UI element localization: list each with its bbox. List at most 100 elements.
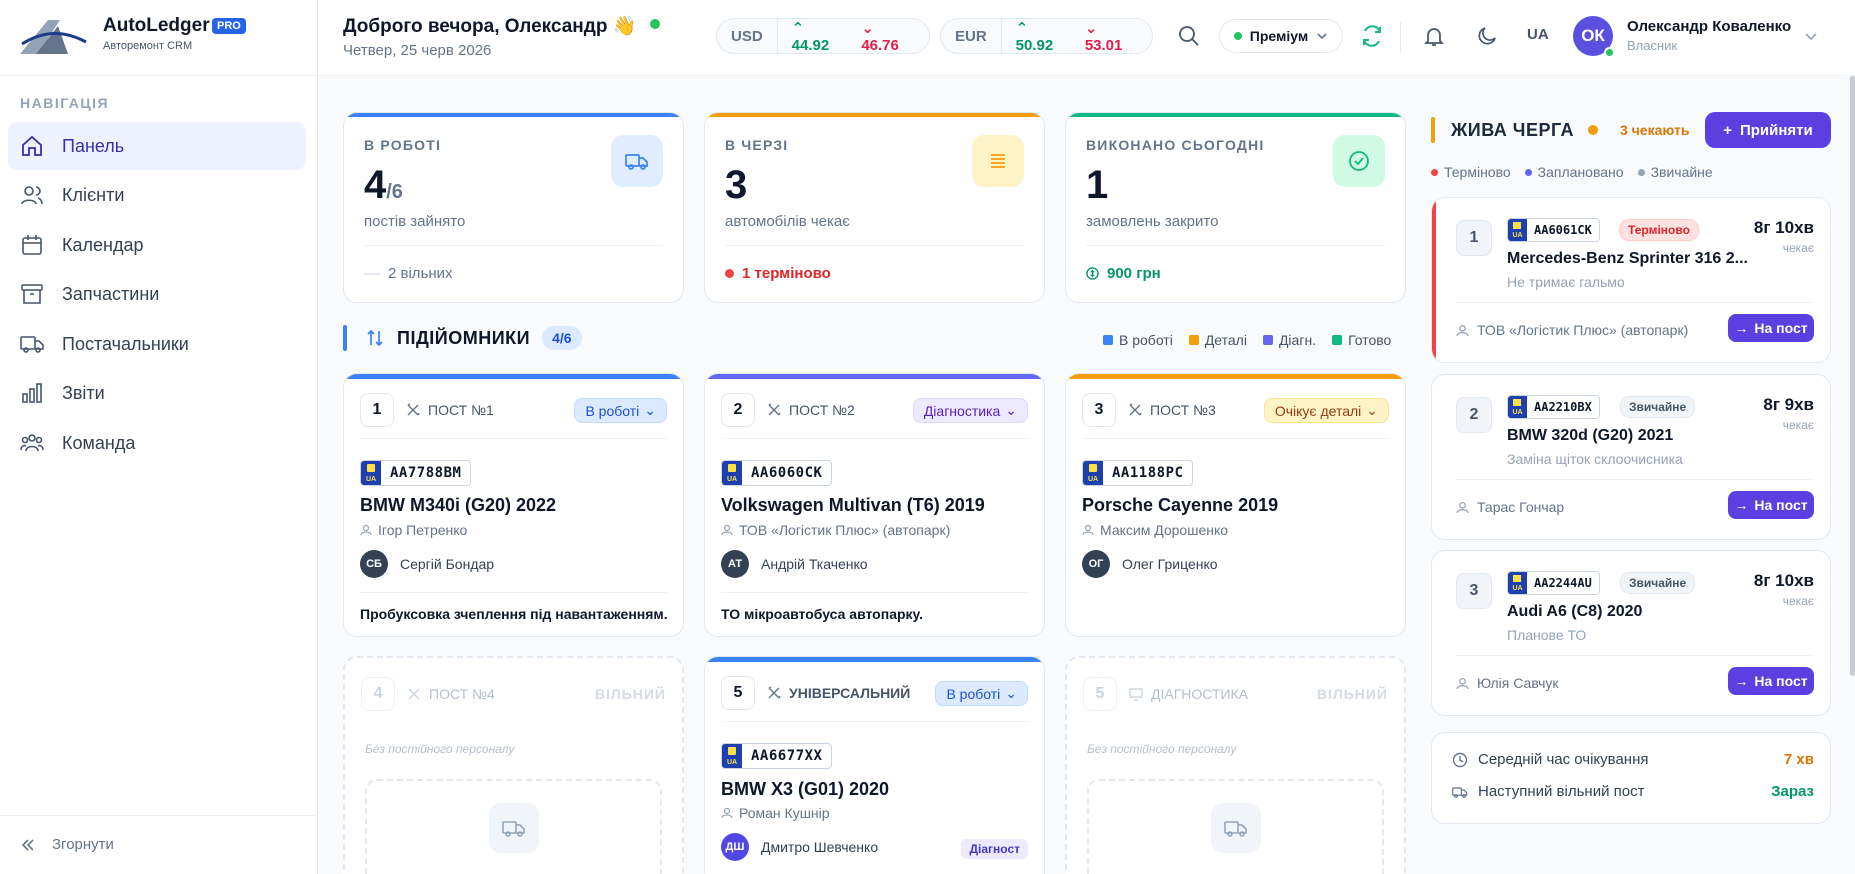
license-plate: UA AA2244AU — [1507, 571, 1600, 595]
usd-rate[interactable]: USD ⌃ 44.92 ⌄ 46.76 — [716, 18, 930, 54]
chevrons-left-icon — [20, 837, 36, 853]
plan-select[interactable]: Преміум — [1219, 19, 1343, 53]
license-plate: UA AA1188PC — [1082, 460, 1194, 486]
license-plate: UA AA2210BX — [1507, 395, 1600, 419]
chevron-down-icon[interactable] — [1804, 29, 1818, 43]
stat-card-queue[interactable]: В ЧЕРЗІ 3 автомобілів чекає 1 терміново — [704, 112, 1045, 303]
buy-rate: ⌃ 50.92 — [1015, 19, 1054, 54]
chevron-down-icon: ⌄ — [644, 402, 656, 418]
queue-legend: Терміново Заплановано Звичайне — [1431, 164, 1713, 180]
stat-sub: замовлень закрито — [1086, 213, 1219, 230]
sidebar-item-dashboard[interactable]: Панель — [8, 122, 306, 170]
home-icon — [20, 134, 44, 158]
to-post-button[interactable]: → На пост — [1728, 314, 1814, 342]
car-model: Volkswagen Multivan (T6) 2019 — [721, 495, 985, 515]
post-card-empty[interactable]: 5 ДІАГНОСТИКА ВІЛЬНИЙ Без постійного пер… — [1065, 656, 1406, 874]
sidebar-item-clients[interactable]: Клієнти — [8, 171, 306, 219]
stat-foot: 900 грн — [1086, 265, 1161, 282]
queue-item[interactable]: 1 UA AA6061CK Терміново 8г 10хв чекає Mer… — [1431, 197, 1831, 363]
issue-description: Планове ТО — [1507, 627, 1587, 643]
summary-row: Середній час очікування 7 хв — [1452, 751, 1814, 768]
refresh-icon[interactable] — [1360, 24, 1384, 48]
post-number: 1 — [360, 393, 394, 427]
urgent-marker — [1432, 198, 1436, 362]
post-status-select[interactable]: Діагностика ⌄ — [912, 398, 1028, 423]
car-model: Audi A6 (C8) 2020 — [1507, 603, 1643, 620]
wait-time: 8г 10хв — [1753, 218, 1814, 237]
bell-icon[interactable] — [1422, 24, 1446, 48]
legend-item: Звичайне — [1637, 164, 1713, 180]
current-date: Четвер, 25 черв 2026 — [343, 42, 492, 59]
truck-icon — [488, 803, 539, 853]
wait-time: 8г 10хв — [1753, 571, 1814, 590]
post-card[interactable]: 1 ПОСТ №1 В роботі ⌄ UA AA7788BM BMW M340i… — [343, 373, 684, 637]
queue-position: 1 — [1456, 220, 1492, 256]
drop-zone[interactable] — [1087, 779, 1384, 874]
sidebar-item-label: Постачальники — [62, 333, 189, 354]
wait-label: чекає — [1782, 418, 1814, 432]
to-post-button[interactable]: → На пост — [1728, 491, 1814, 519]
no-staff-label: Без постійного персоналу — [365, 742, 515, 756]
app-subtitle: Авторемонт CRM — [103, 40, 193, 52]
no-staff-label: Без постійного персоналу — [1087, 742, 1237, 756]
stat-value: 1 — [1086, 163, 1109, 207]
stat-card-in-work[interactable]: В РОБОТІ 4/6 постів зайнято 2 вільних — [343, 112, 684, 303]
mechanic: ДШ Дмитро Шевченко — [721, 833, 878, 861]
stat-sub: постів зайнято — [364, 213, 466, 230]
plan-status-dot — [1233, 32, 1242, 40]
stat-label: ВИКОНАНО СЬОГОДНІ — [1086, 137, 1265, 153]
accept-button[interactable]: + Прийняти — [1705, 112, 1831, 148]
post-title: ПОСТ №1 — [406, 402, 494, 418]
queue-item[interactable]: 2 UA AA2210BX Звичайне 8г 9хв чекає BMW 3… — [1431, 374, 1831, 540]
post-card[interactable]: 3 ПОСТ №3 Очікує деталі ⌄ UA AA1188PC Pors… — [1065, 373, 1406, 637]
post-status-select[interactable]: Очікує деталі ⌄ — [1263, 398, 1389, 423]
moon-icon[interactable] — [1475, 24, 1499, 48]
post-card[interactable]: 2 ПОСТ №2 Діагностика ⌄ UA AA6060CK Volksw… — [704, 373, 1045, 637]
collapse-button[interactable]: Згорнути — [20, 836, 114, 853]
search-icon[interactable] — [1177, 24, 1201, 48]
language-switch[interactable]: UA — [1527, 26, 1549, 43]
post-card[interactable]: 5 УНІВЕРСАЛЬНИЙ В роботі ⌄ UA AA6677XX BMW… — [704, 656, 1045, 874]
app-name: AutoLedger — [103, 15, 210, 36]
team-icon — [20, 431, 44, 455]
wrench-icon — [767, 403, 781, 417]
post-status-select[interactable]: В роботі ⌄ — [574, 398, 667, 423]
chevron-down-icon — [1316, 30, 1328, 42]
user-icon — [1456, 324, 1469, 337]
sidebar-item-label: Календар — [62, 234, 144, 255]
license-plate: UA AA6061CK — [1507, 218, 1600, 242]
queue-item[interactable]: 3 UA AA2244AU Звичайне 8г 10хв чекає Audi… — [1431, 550, 1831, 716]
plan-label: Преміум — [1249, 28, 1309, 44]
drop-zone[interactable] — [365, 779, 662, 874]
plus-icon: + — [1723, 121, 1732, 139]
sidebar-item-reports[interactable]: Звіти — [8, 369, 306, 417]
eur-rate[interactable]: EUR ⌃ 50.92 ⌄ 53.01 — [940, 18, 1153, 54]
wrench-icon — [767, 686, 781, 700]
sidebar-item-team[interactable]: Команда — [8, 419, 306, 467]
sidebar-item-calendar[interactable]: Календар — [8, 221, 306, 269]
stat-card-done-today[interactable]: ВИКОНАНО СЬОГОДНІ 1 замовлень закрито 90… — [1065, 112, 1406, 303]
sidebar-item-parts[interactable]: Запчастини — [8, 270, 306, 318]
users-icon — [20, 183, 44, 207]
truck-icon — [611, 135, 663, 187]
post-card-empty[interactable]: 4 ПОСТ №4 ВІЛЬНИЙ Без постійного персона… — [343, 656, 684, 874]
sidebar-item-suppliers[interactable]: Постачальники — [8, 320, 306, 368]
mechanic: ОГ Олег Гриценко — [1082, 550, 1218, 578]
issue-description: Не тримає гальмо — [1507, 274, 1625, 290]
user-icon — [1456, 677, 1469, 690]
avatar-online-dot — [1604, 47, 1615, 58]
lifts-header: ПІДІЙОМНИКИ 4/6 — [343, 325, 582, 351]
priority-badge: Терміново — [1619, 219, 1699, 241]
post-number: 5 — [1083, 677, 1117, 711]
user-name[interactable]: Олександр Коваленко — [1627, 18, 1791, 35]
sidebar-item-label: Клієнти — [62, 184, 125, 205]
post-free-label: ВІЛЬНИЙ — [594, 686, 666, 702]
car-owner: Роман Кушнір — [721, 805, 830, 821]
post-status-select[interactable]: В роботі ⌄ — [935, 681, 1028, 706]
legend-item: Деталі — [1188, 332, 1247, 348]
legend-item: Готово — [1332, 332, 1391, 348]
logo-icon[interactable] — [18, 14, 88, 58]
scrollbar[interactable] — [1850, 76, 1855, 676]
user-role: Власник — [1627, 38, 1678, 53]
to-post-button[interactable]: → На пост — [1728, 667, 1814, 695]
